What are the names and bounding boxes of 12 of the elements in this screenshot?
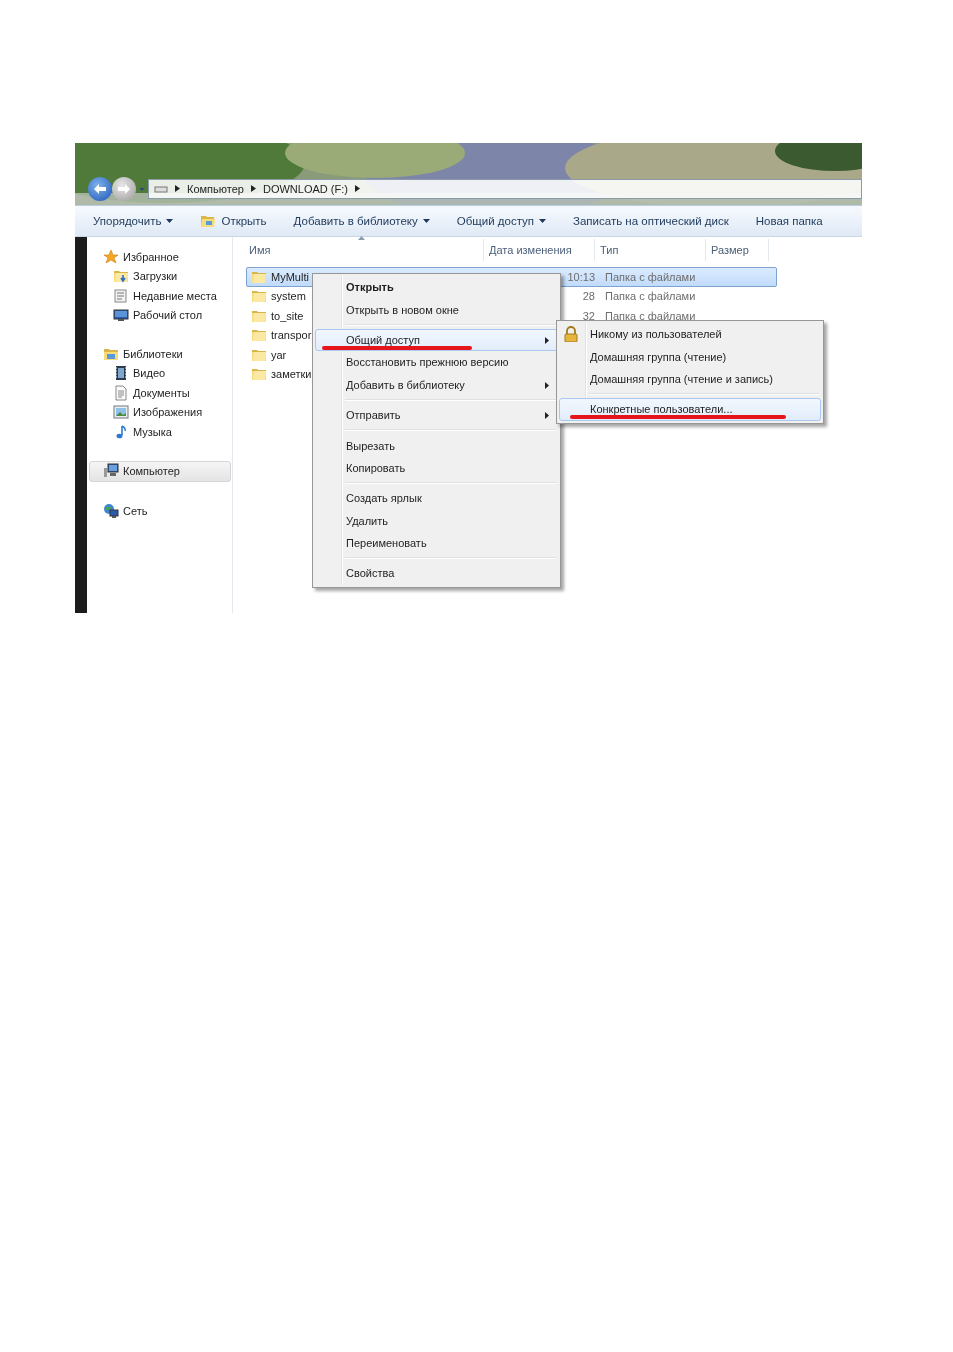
date-cell-text: 10:13 [566,270,596,283]
file-name: заметки [271,368,312,381]
file-name: to_site [271,309,304,322]
file-name: transpor [271,329,312,342]
type-cell-text: Папка с файлами [604,309,696,322]
type-cell-text: Папка с файлами [604,270,696,283]
file-name: MyMulti [271,270,309,283]
file-name: system [271,290,306,303]
type-cell-text: Папка с файлами [604,290,696,303]
date-cell-text: 32 [581,309,596,322]
date-cell-text: 28 [581,290,596,303]
file-name: yar [271,348,287,361]
